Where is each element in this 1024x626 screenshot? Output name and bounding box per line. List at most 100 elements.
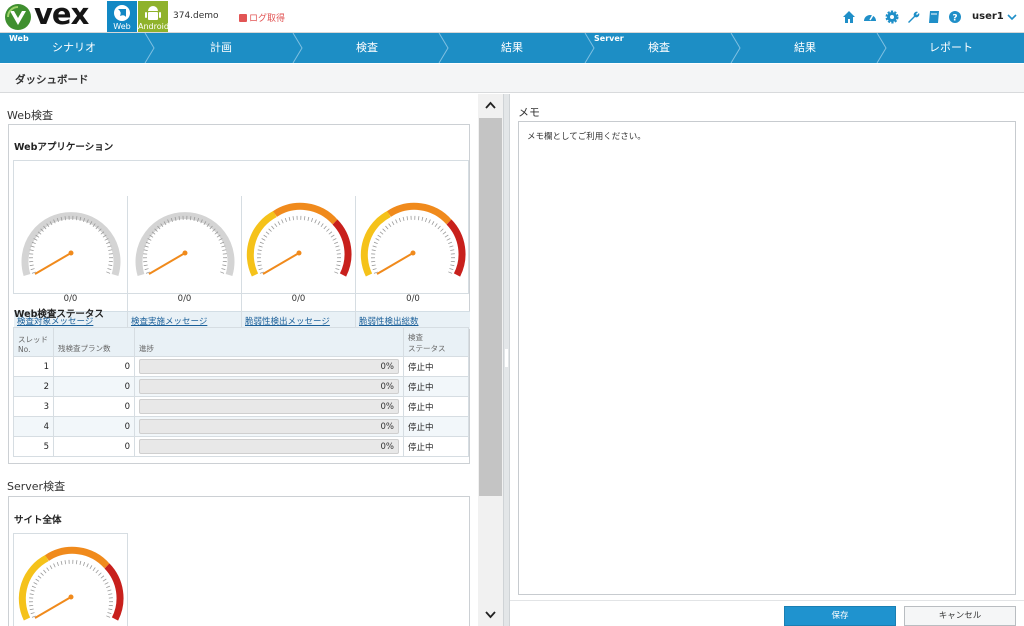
col-remaining-plans: 残検査プラン数: [53, 327, 135, 357]
memo-title: メモ: [518, 106, 540, 119]
server-section-title: Server検査: [7, 480, 66, 493]
memo-textarea[interactable]: メモ欄としてご利用ください。: [518, 121, 1016, 595]
col-progress: 進捗: [134, 327, 404, 357]
mode-android-button[interactable]: Android: [138, 1, 169, 32]
scan-status: 停止中: [403, 356, 469, 377]
progress-cell: 0%: [134, 376, 404, 397]
page-header: ダッシュボード: [0, 64, 1024, 93]
progress-cell: 0%: [134, 416, 404, 437]
vertical-scrollbar[interactable]: [478, 94, 503, 626]
gauge-vuln-total: 0/0 脆弱性検出総数: [356, 196, 470, 330]
chevron-down-icon[interactable]: [1007, 12, 1017, 22]
progress-bar: 0%: [139, 399, 399, 414]
gauge-value: 0/0: [406, 294, 420, 304]
thread-no: 5: [13, 436, 54, 457]
user-menu[interactable]: user1: [972, 11, 1004, 22]
save-button[interactable]: 保存: [784, 606, 896, 626]
home-icon[interactable]: [842, 10, 856, 24]
scan-status: 停止中: [403, 396, 469, 417]
gauge-value: 0/0: [63, 294, 78, 304]
nav-step-server-scan[interactable]: 検査: [594, 33, 724, 63]
hostname: 374.demo: [173, 11, 219, 21]
nav-step-label: 検査: [648, 41, 670, 54]
gauge-icon: [246, 202, 352, 277]
svg-text:?: ?: [952, 14, 957, 24]
nav-step-label: 計画: [210, 41, 232, 54]
dashboard-icon[interactable]: [863, 10, 877, 24]
web-app-title: Webアプリケーション: [14, 142, 114, 153]
nav-step-web-scan[interactable]: 検査: [302, 33, 432, 63]
col-thread-no: スレッド No.: [13, 327, 54, 357]
gauge-icon: [135, 212, 235, 277]
progress-value: 0%: [380, 382, 395, 392]
book-icon[interactable]: [927, 10, 941, 24]
splitter-handle[interactable]: [505, 349, 508, 367]
table-row: 1 0 0% 停止中: [13, 356, 469, 377]
progress-bar: 0%: [139, 439, 399, 454]
gauge-value: 0/0: [291, 294, 306, 304]
gauge-site-overall: [13, 533, 128, 626]
wrench-icon[interactable]: [906, 10, 920, 24]
logo-text: vex: [34, 0, 89, 31]
top-bar: vex Web Android 374.demo ログ取得 ? user1: [0, 0, 1024, 33]
web-scan-panel: Webアプリケーション 0/0 検査対象メッセージ 0/0 検査実施メッセージ …: [8, 124, 470, 464]
server-scan-panel: サイト全体: [8, 496, 470, 626]
table-row: 5 0 0% 停止中: [13, 436, 469, 457]
nav-step-label: レポート: [929, 41, 973, 54]
nav-step-plan[interactable]: 計画: [154, 33, 288, 63]
mode-web-button[interactable]: Web: [107, 1, 137, 32]
scrollbar-thumb[interactable]: [479, 118, 502, 496]
nav-step-web-results[interactable]: 結果: [448, 33, 576, 63]
chevron-down-icon[interactable]: [484, 608, 497, 621]
gauge-icon: [360, 202, 466, 277]
web-status-table: スレッド No. 残検査プラン数 進捗 検査 ステータス 1 0 0% 停止中 …: [13, 327, 469, 457]
web-globe-icon: [114, 5, 130, 21]
remaining-plans: 0: [53, 396, 135, 417]
thread-no: 1: [13, 356, 54, 377]
progress-cell: 0%: [134, 396, 404, 417]
remaining-plans: 0: [53, 416, 135, 437]
nav-step-label: シナリオ: [52, 41, 96, 54]
nav-step-scenario[interactable]: シナリオ: [0, 33, 148, 63]
remaining-plans: 0: [53, 436, 135, 457]
site-overall-title: サイト全体: [14, 515, 62, 526]
vex-logo-icon: [5, 4, 31, 30]
remaining-plans: 0: [53, 356, 135, 377]
progress-bar: 0%: [139, 419, 399, 434]
nav-step-label: 結果: [794, 41, 816, 54]
web-section-title: Web検査: [7, 109, 53, 122]
nav-step-label: 検査: [356, 41, 378, 54]
nav-step-server-results[interactable]: 結果: [740, 33, 870, 63]
nav-step-report[interactable]: レポート: [886, 33, 1016, 63]
vex-logo[interactable]: vex: [4, 0, 102, 31]
help-icon[interactable]: ?: [948, 10, 962, 24]
log-capture-label: ログ取得: [249, 14, 286, 24]
dashboard-scroll-area[interactable]: Web検査 Webアプリケーション 0/0 検査対象メッセージ 0/0 検査実施…: [0, 94, 478, 626]
progress-value: 0%: [380, 422, 395, 432]
progress-cell: 0%: [134, 356, 404, 377]
mode-web-label: Web: [113, 22, 131, 31]
log-capture-button[interactable]: ログ取得: [239, 11, 285, 24]
thread-no: 3: [13, 396, 54, 417]
progress-value: 0%: [380, 362, 395, 372]
pane-splitter[interactable]: [503, 94, 510, 626]
progress-bar: 0%: [139, 379, 399, 394]
table-row: 2 0 0% 停止中: [13, 376, 469, 397]
progress-bar: 0%: [139, 359, 399, 374]
table-row: 3 0 0% 停止中: [13, 396, 469, 417]
gauge-value: 0/0: [177, 294, 192, 304]
page-title: ダッシュボード: [15, 74, 89, 86]
col-scan-status: 検査 ステータス: [403, 327, 469, 357]
gauge-executed-messages: 0/0 検査実施メッセージ: [128, 196, 242, 330]
gauge-icon: [21, 212, 121, 277]
gauge-icon: [18, 546, 124, 621]
web-status-title: Web検査ステータス: [14, 309, 104, 320]
scan-status: 停止中: [403, 416, 469, 437]
scan-status: 停止中: [403, 376, 469, 397]
mode-android-label: Android: [138, 22, 169, 31]
settings-gear-icon[interactable]: [885, 10, 899, 24]
progress-cell: 0%: [134, 436, 404, 457]
chevron-up-icon[interactable]: [484, 99, 497, 112]
remaining-plans: 0: [53, 376, 135, 397]
cancel-button[interactable]: キャンセル: [904, 606, 1016, 626]
